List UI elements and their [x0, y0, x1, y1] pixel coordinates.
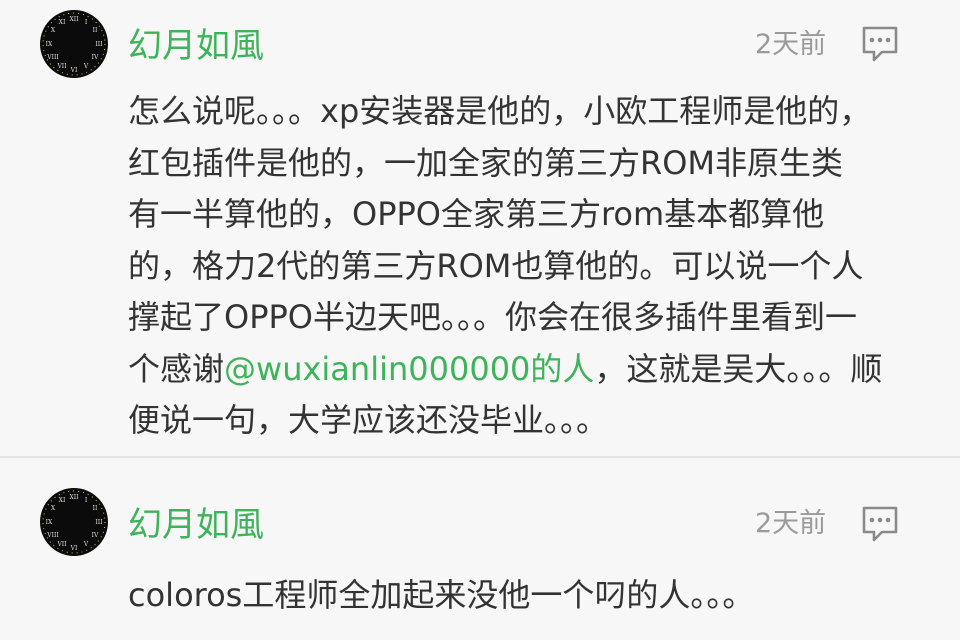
comment-time: 2天前	[755, 508, 827, 539]
comment-reply-icon[interactable]	[860, 504, 900, 544]
comment-line: coloros工程师全加起来没他一个叼的人。。。	[128, 576, 755, 614]
svg-text:II: II	[93, 27, 98, 34]
svg-text:X: X	[51, 505, 56, 512]
avatar[interactable]: XII I II III IV V VI VII VIII IX X XI	[40, 10, 108, 78]
svg-text:VI: VI	[70, 67, 78, 74]
comment-item: XII I II III IV V VI VII VIII IX X XI 幻月…	[0, 0, 960, 456]
svg-text:XII: XII	[69, 494, 79, 501]
comment-line: 撑起了OPPO半边天吧。。。你会在很多插件里看到一	[128, 298, 857, 336]
comment-body: coloros工程师全加起来没他一个叼的人。。。	[128, 570, 928, 622]
comment-username[interactable]: 幻月如風	[128, 26, 264, 66]
svg-text:VII: VII	[56, 541, 67, 548]
comment-line: 的，格力2代的第三方ROM也算他的。可以说一个人	[128, 246, 864, 285]
comment-line: 红包插件是他的，一加全家的第三方ROM非原生类	[128, 143, 844, 182]
svg-text:IX: IX	[46, 41, 53, 48]
comment-reply-icon[interactable]	[860, 24, 900, 64]
comment-line: 便说一句，大学应该还没毕业。。。	[128, 401, 609, 439]
svg-text:V: V	[83, 63, 89, 70]
svg-text:II: II	[93, 505, 98, 512]
user-mention-link[interactable]: @wuxianlin000000的人	[224, 350, 594, 388]
svg-text:VI: VI	[70, 545, 78, 552]
svg-text:IX: IX	[46, 519, 53, 526]
comment-text: ，这就是吴大。。。顺	[594, 349, 883, 388]
svg-text:IV: IV	[92, 532, 99, 539]
svg-text:V: V	[83, 541, 89, 548]
svg-text:X: X	[51, 27, 56, 34]
comment-line-with-mention: 个感谢@wuxianlin000000的人，这就是吴大。。。顺	[128, 344, 928, 396]
svg-text:IV: IV	[92, 54, 99, 61]
svg-text:XI: XI	[59, 19, 66, 26]
svg-text:XII: XII	[69, 16, 79, 23]
avatar[interactable]: XII I II III IV V VI VII VIII IX X XI	[40, 488, 108, 556]
comment-line: 有一半算他的，OPPO全家第三方rom基本都算他	[128, 195, 825, 233]
comment-body: 怎么说呢。。。xp安装器是他的，小欧工程师是他的， 红包插件是他的，一加全家的第…	[128, 86, 928, 447]
svg-text:VIII: VIII	[46, 54, 59, 61]
comment-username[interactable]: 幻月如風	[128, 505, 264, 545]
svg-text:III: III	[95, 41, 103, 48]
comment-time: 2天前	[755, 29, 827, 60]
comment-item: XII I II III IV V VI VII VIII IX X XI 幻月…	[0, 458, 960, 640]
svg-text:VII: VII	[56, 63, 67, 70]
comment-text: 个感谢	[128, 349, 225, 388]
svg-text:VIII: VIII	[46, 532, 59, 539]
svg-text:III: III	[95, 519, 103, 526]
comment-line: 怎么说呢。。。xp安装器是他的，小欧工程师是他的，	[128, 92, 872, 130]
svg-text:XI: XI	[59, 497, 66, 504]
